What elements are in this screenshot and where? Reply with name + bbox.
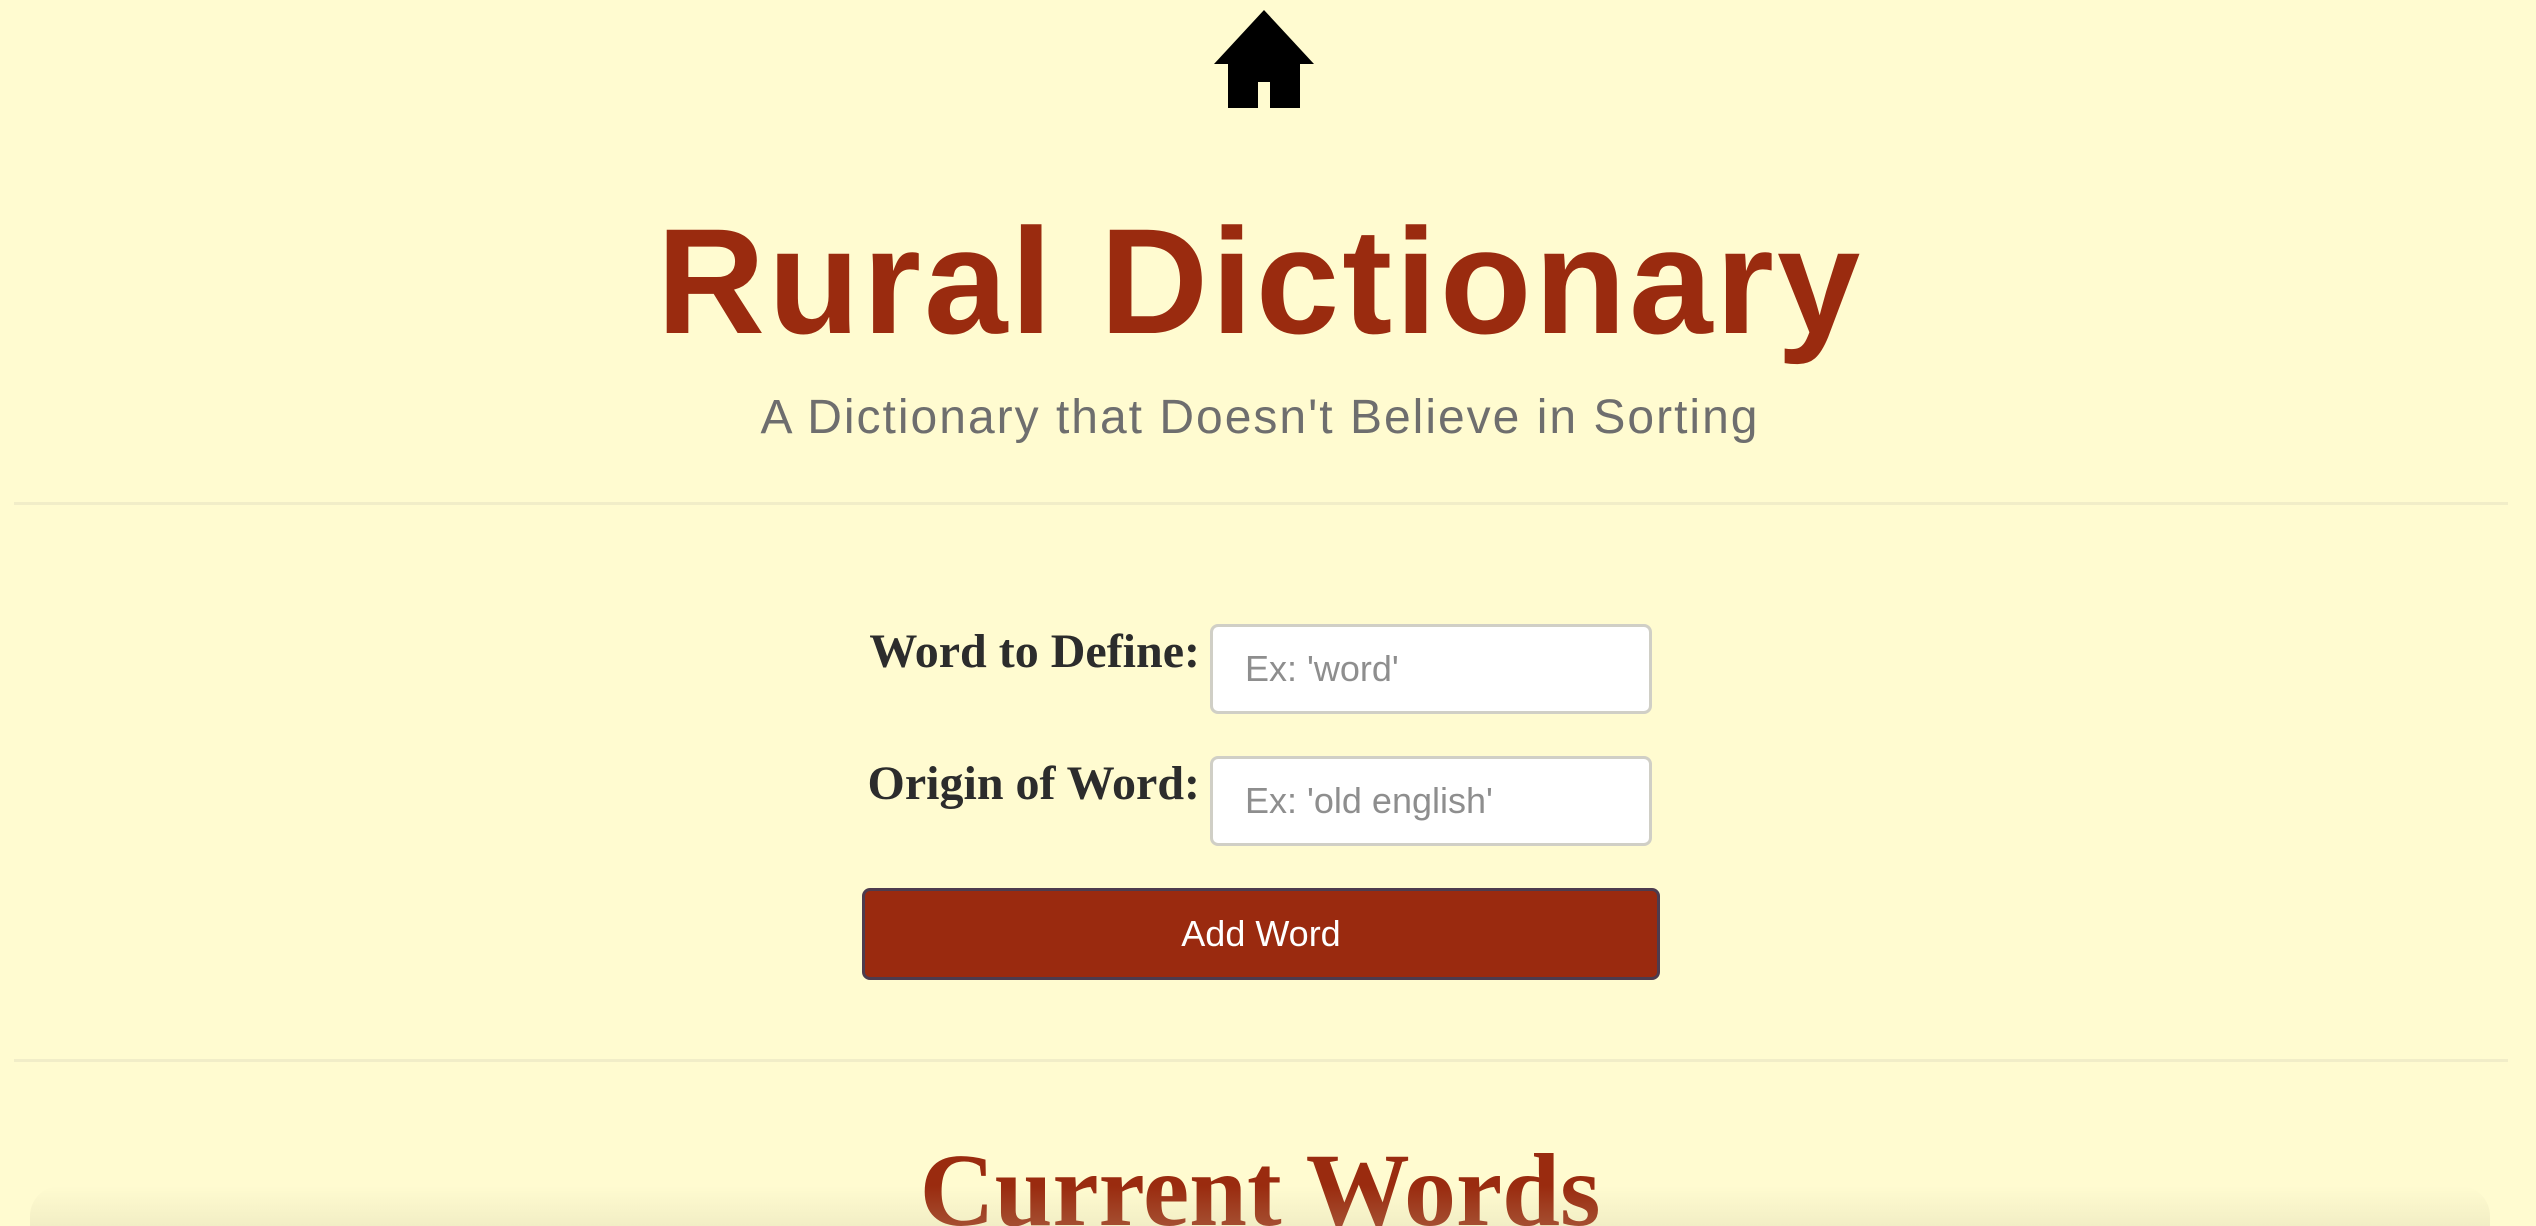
- home-icon: [1214, 10, 1314, 108]
- word-to-define-label: Word to Define:: [869, 625, 1200, 678]
- origin-of-word-input[interactable]: [1210, 756, 1652, 846]
- form-divider: [14, 1059, 2508, 1062]
- origin-of-word-label: Origin of Word:: [867, 757, 1200, 810]
- home-link[interactable]: [1212, 8, 1316, 112]
- add-word-button[interactable]: Add Word: [862, 888, 1660, 980]
- app-title: Rural Dictionary: [656, 197, 1864, 365]
- word-to-define-input[interactable]: [1210, 624, 1652, 714]
- current-words-heading: Current Words: [919, 1133, 1601, 1226]
- header-divider: [14, 502, 2508, 505]
- app-subtitle: A Dictionary that Doesn't Believe in Sor…: [760, 391, 1760, 444]
